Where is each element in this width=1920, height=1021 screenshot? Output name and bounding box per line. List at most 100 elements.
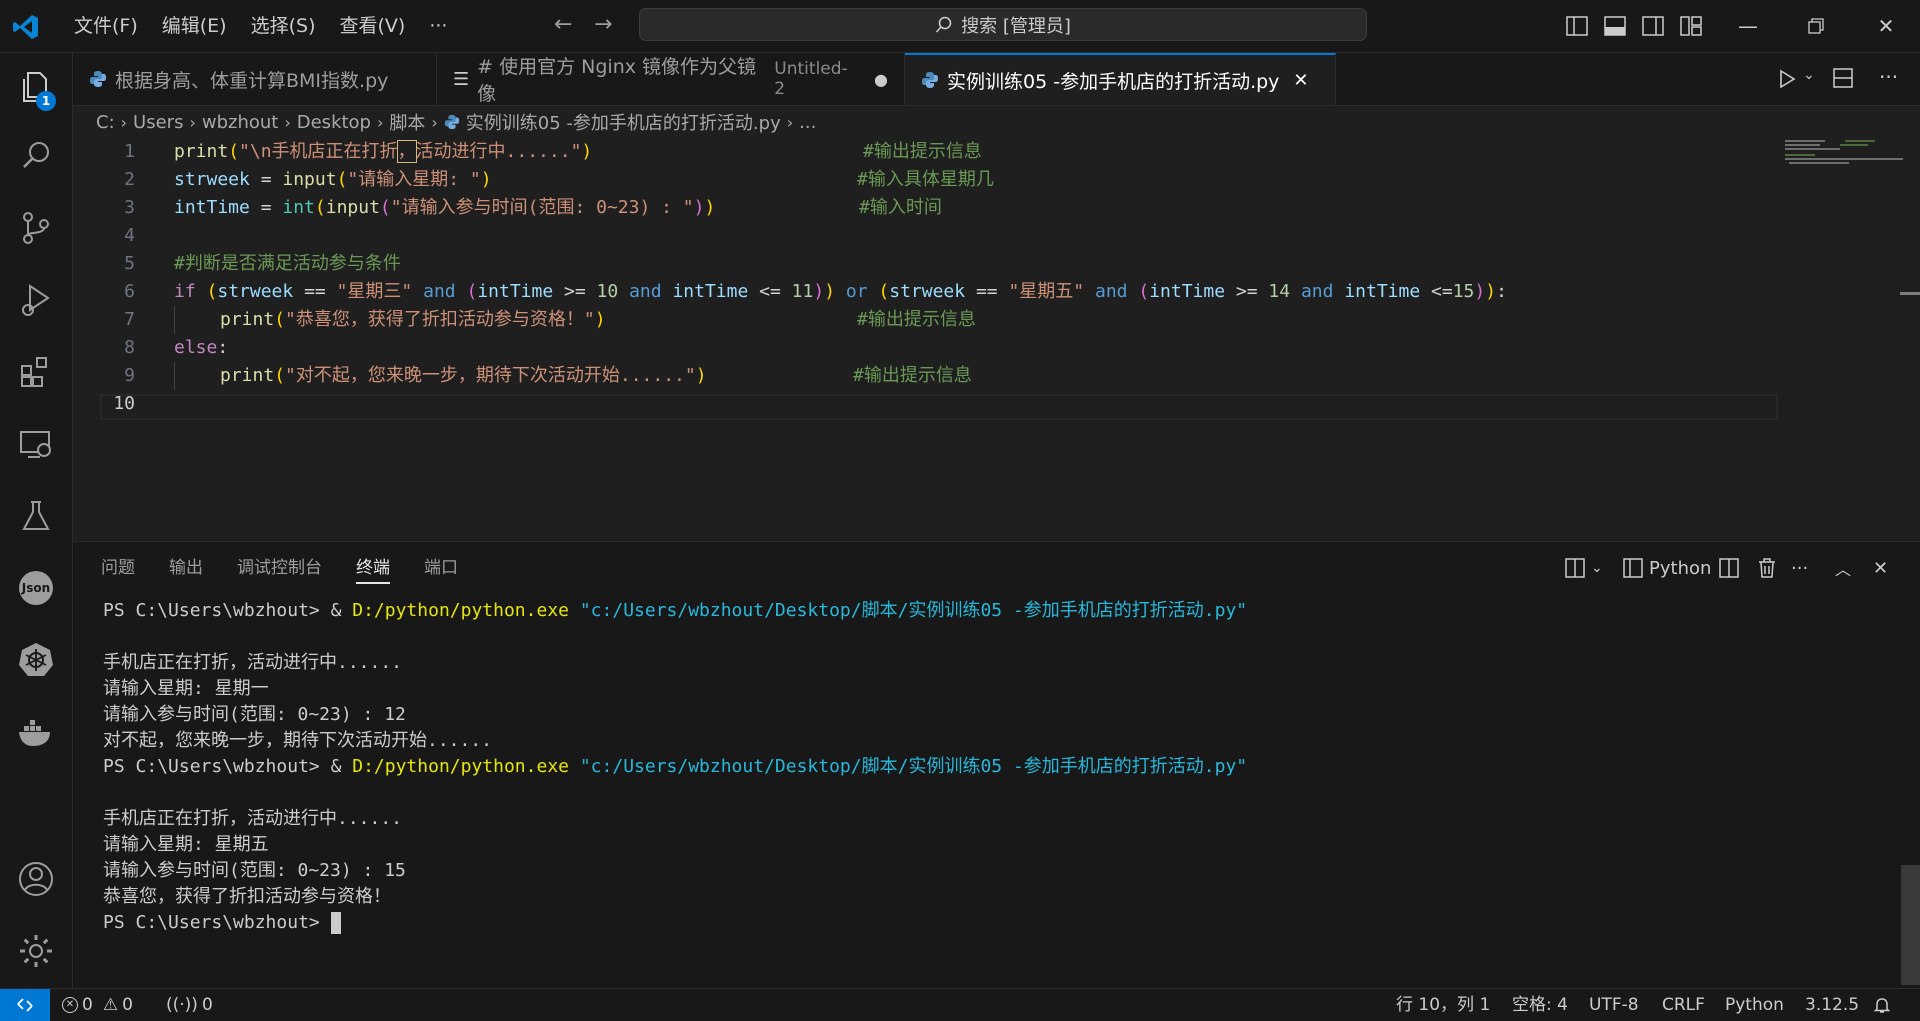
menu-view[interactable]: 查看(V) [328, 0, 418, 52]
tab-discount-script[interactable]: 实例训练05 -参加手机店的打折活动.py ✕ [905, 53, 1336, 105]
remote-indicator-button[interactable] [0, 989, 50, 1021]
breadcrumb-item[interactable]: 实例训练05 -参加手机店的打折活动.py [466, 109, 781, 135]
more-actions-icon[interactable]: ··· [1791, 554, 1808, 582]
vscode-logo-icon [13, 15, 38, 39]
terminal-line: 请输入参与时间(范围: 0~23) : 12 [103, 704, 406, 725]
breadcrumb-item[interactable]: ... [799, 112, 816, 133]
minimap[interactable] [1785, 138, 1905, 168]
explorer-badge: 1 [36, 91, 56, 111]
run-dropdown-chevron-icon[interactable]: ⌄ [1803, 67, 1815, 83]
code-comment: #输出提示信息 [853, 365, 972, 386]
close-panel-icon[interactable]: ✕ [1873, 554, 1888, 582]
breadcrumb-item[interactable]: wbzhout [202, 112, 278, 133]
ports-status[interactable]: ((·)) 0 [166, 989, 213, 1021]
new-terminal-split-button[interactable]: ⌄ [1565, 554, 1603, 582]
menu-more[interactable]: ··· [417, 0, 459, 52]
menu-edit[interactable]: 编辑(E) [150, 0, 239, 52]
remote-icon [17, 998, 33, 1012]
text-file-icon: ☰ [453, 68, 470, 90]
cursor-position[interactable]: 行 10，列 1 [1396, 989, 1490, 1021]
restore-icon[interactable] [1808, 18, 1824, 34]
back-arrow-icon[interactable]: ← [554, 12, 572, 37]
ports-count: 0 [201, 995, 213, 1015]
indent-guide [174, 362, 175, 390]
toggle-panel-icon[interactable] [1604, 16, 1626, 36]
customize-layout-icon[interactable] [1680, 16, 1702, 36]
remote-explorer-icon[interactable] [16, 424, 56, 464]
tab-label: 根据身高、体重计算BMI指数.py [115, 69, 389, 92]
editor-scroll-indicator [1900, 292, 1920, 295]
bottom-panel: 问题 输出 调试控制台 终端 端口 ⌄ Python ··· ︿ ✕ PS C:… [73, 541, 1920, 989]
notifications-bell-icon[interactable] [1873, 996, 1891, 1014]
terminal-scrollbar[interactable] [1901, 865, 1920, 985]
kubernetes-icon[interactable] [16, 640, 56, 680]
accounts-icon[interactable] [16, 859, 56, 899]
code-comment: #输出提示信息 [857, 309, 976, 330]
tab-terminal[interactable]: 终端 [356, 542, 390, 594]
tab-output[interactable]: 输出 [169, 542, 203, 594]
run-python-icon[interactable] [1778, 69, 1796, 89]
close-tab-icon[interactable]: ✕ [1293, 70, 1308, 91]
error-count: 0 [82, 995, 93, 1015]
command-center-search[interactable]: 搜索 [管理员] [639, 8, 1367, 41]
tab-label: # 使用官方 Nginx 镜像作为父镜像 [477, 56, 757, 105]
forward-arrow-icon[interactable]: → [594, 12, 612, 37]
settings-gear-icon[interactable] [16, 931, 56, 971]
breadcrumb-item[interactable]: Desktop [297, 112, 371, 133]
maximize-panel-icon[interactable]: ︿ [1835, 554, 1851, 582]
trash-icon[interactable] [1757, 557, 1777, 579]
menu-file[interactable]: 文件(F) [62, 0, 150, 52]
python-version[interactable]: 3.12.5 [1805, 989, 1859, 1021]
chevron-right-icon: › [189, 112, 196, 132]
code-comment: #输入时间 [859, 197, 942, 218]
chevron-right-icon: › [284, 112, 291, 132]
breadcrumb: C: › Users › wbzhout › Desktop › 脚本 › 实例训练05 … [96, 108, 816, 136]
terminal-line: PS C:\Users\wbzhout> & D:/python/python.… [103, 756, 1248, 777]
terminal-line: 恭喜您，获得了折扣活动参与资格！ [103, 886, 391, 907]
unsaved-dot-icon[interactable]: ● [874, 70, 888, 89]
encoding-status[interactable]: UTF-8 [1589, 989, 1639, 1021]
close-window-icon[interactable]: ✕ [1872, 12, 1900, 40]
terminal-split-icon [1623, 558, 1643, 578]
code-comment: #输入具体星期几 [857, 169, 994, 190]
breadcrumb-item[interactable]: 脚本 [389, 109, 425, 135]
toggle-primary-sidebar-icon[interactable] [1566, 16, 1588, 36]
split-terminal-icon[interactable] [1719, 558, 1739, 578]
tab-debug-console[interactable]: 调试控制台 [237, 542, 322, 594]
menu-selection[interactable]: 选择(S) [239, 0, 328, 52]
docker-icon[interactable] [16, 712, 56, 752]
tab-ports[interactable]: 端口 [424, 542, 458, 594]
minimize-icon[interactable]: — [1734, 12, 1762, 40]
extensions-icon[interactable] [16, 352, 56, 392]
breadcrumb-item[interactable]: C: [96, 112, 115, 133]
terminal-instance[interactable]: Python [1623, 554, 1711, 582]
code-line-1: print("\n手机店正在打折，活动进行中......") [174, 140, 593, 163]
terminal-prompt: PS C:\Users\wbzhout> [103, 910, 341, 936]
split-editor-icon[interactable] [1833, 68, 1853, 88]
terminal-cursor [330, 912, 341, 934]
tab-problems[interactable]: 问题 [101, 542, 135, 594]
source-control-icon[interactable] [16, 208, 56, 248]
activity-bar: 1 Json [0, 53, 73, 988]
terminal-line: 手机店正在打折，活动进行中...... [103, 652, 403, 673]
eol-status[interactable]: CRLF [1662, 989, 1705, 1021]
tab-sub-label: Untitled-2 [774, 59, 848, 99]
breadcrumb-item[interactable]: Users [133, 112, 183, 133]
more-actions-icon[interactable]: ··· [1879, 65, 1898, 89]
search-icon[interactable] [16, 136, 56, 176]
json-icon[interactable]: Json [16, 568, 56, 608]
terminal-line: 手机店正在打折，活动进行中...... [103, 808, 403, 829]
language-mode[interactable]: Python [1725, 989, 1784, 1021]
tab-untitled-2[interactable]: ☰ # 使用官方 Nginx 镜像作为父镜像 Untitled-2 ● [437, 53, 905, 105]
run-and-debug-icon[interactable] [16, 280, 56, 320]
problems-status[interactable]: ✕ 0 ⚠ 0 [62, 989, 133, 1021]
testing-flask-icon[interactable] [16, 496, 56, 536]
code-editor[interactable]: 1 2 3 4 5 6 7 8 9 10 print("\n手机店正在打折，活动… [73, 138, 1920, 538]
code-line-2: strweek = input("请输入星期: ") [174, 169, 492, 190]
terminal-line: 请输入星期: 星期五 [103, 834, 269, 855]
toggle-secondary-sidebar-icon[interactable] [1642, 16, 1664, 36]
indentation-status[interactable]: 空格: 4 [1512, 989, 1568, 1021]
indent-guide [174, 306, 175, 334]
terminal-line: 对不起，您来晚一步，期待下次活动开始...... [103, 730, 493, 751]
tab-bmi-script[interactable]: 根据身高、体重计算BMI指数.py [73, 53, 437, 105]
